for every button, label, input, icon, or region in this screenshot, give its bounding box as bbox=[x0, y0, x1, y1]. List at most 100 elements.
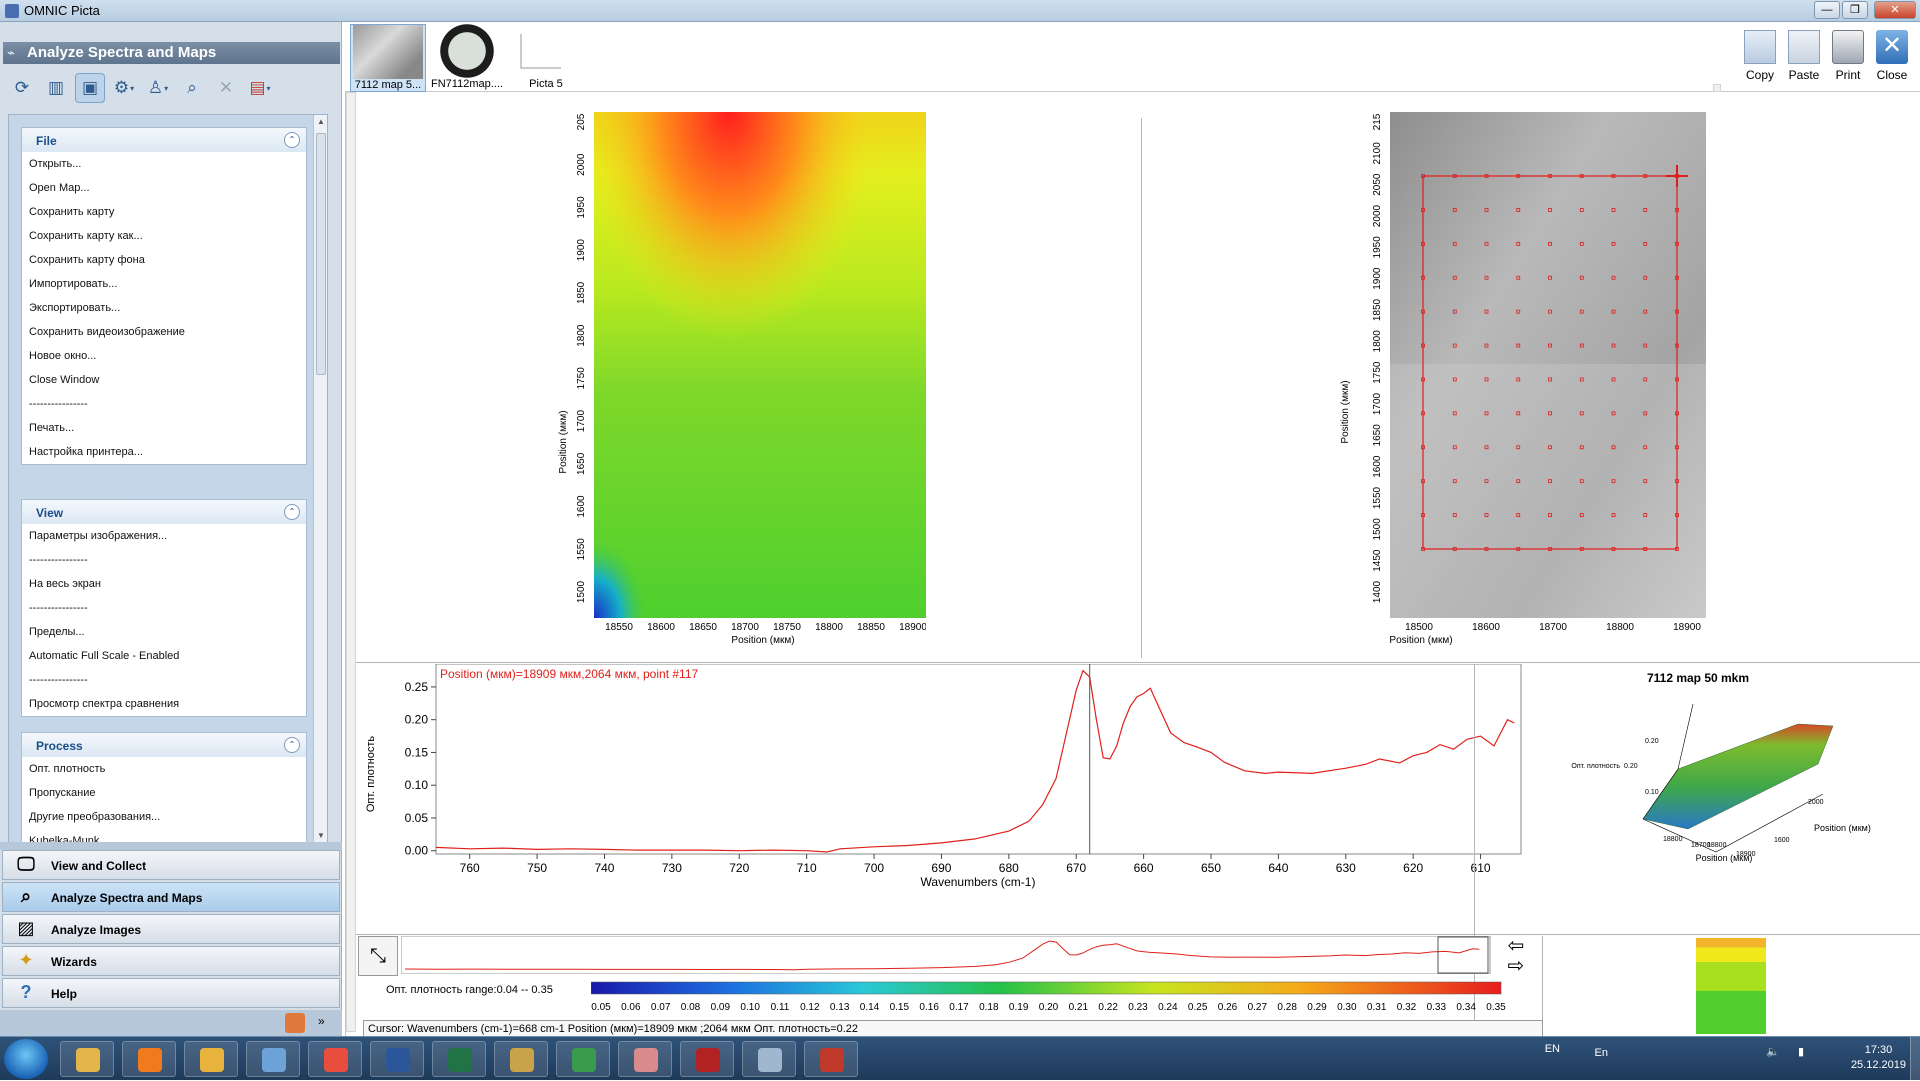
copy-label: Copy bbox=[1745, 68, 1774, 82]
window-title: OMNIC Picta bbox=[24, 3, 100, 18]
taskbar-app-app-4[interactable] bbox=[246, 1041, 300, 1077]
close-window-button[interactable]: ✕ bbox=[1874, 1, 1916, 19]
nav-view-and-collect[interactable]: 🖵 View and Collect bbox=[2, 850, 340, 880]
colorscale-tick: 0.17 bbox=[949, 1002, 969, 1013]
menu-item-save-map-as[interactable]: Сохранить карту как... bbox=[22, 224, 306, 248]
menu-item-export[interactable]: Экспортировать... bbox=[22, 296, 306, 320]
nav-analyze-images[interactable]: ▨ Analyze Images bbox=[2, 914, 340, 944]
chrome-icon bbox=[324, 1048, 348, 1072]
menu-item-image-parameters[interactable]: Параметры изображения... bbox=[22, 524, 306, 548]
options-icon[interactable] bbox=[285, 1013, 305, 1033]
colorscale-tick: 0.08 bbox=[681, 1002, 701, 1013]
taskbar-app-icd[interactable] bbox=[556, 1041, 610, 1077]
menu-item-save-video-image[interactable]: Сохранить видеоизображение bbox=[22, 320, 306, 344]
close-icon: ✕ bbox=[1876, 30, 1908, 64]
taskbar-app-pdf[interactable] bbox=[804, 1041, 858, 1077]
user-icon[interactable]: ♙ ▾ bbox=[143, 73, 173, 103]
menu-item-import[interactable]: Импортировать... bbox=[22, 272, 306, 296]
colorscale-bar[interactable]: 0.05 0.06 0.07 0.08 0.09 0.10 0.11 0.12 0.13 0.14… bbox=[591, 980, 1511, 1014]
close-button[interactable]: ✕ Close bbox=[1872, 30, 1912, 82]
nav-help[interactable]: ? Help bbox=[2, 978, 340, 1008]
paste-button[interactable]: Paste bbox=[1784, 30, 1824, 82]
collapse-icon[interactable]: ⌃ bbox=[284, 737, 300, 753]
mini-map-preview[interactable] bbox=[1696, 938, 1766, 1034]
minimize-button[interactable]: — bbox=[1814, 1, 1840, 19]
menu-item-open[interactable]: Открыть... bbox=[22, 152, 306, 176]
menu-item-save-background-map[interactable]: Сохранить карту фона bbox=[22, 248, 306, 272]
copy-button[interactable]: Copy bbox=[1740, 30, 1780, 82]
menu-item-new-window[interactable]: Новое окно... bbox=[22, 344, 306, 368]
menu-item-close-window[interactable]: Close Window bbox=[22, 368, 306, 392]
show-desktop-button[interactable] bbox=[1910, 1037, 1920, 1081]
input-language-icon[interactable]: En bbox=[1595, 1047, 1608, 1059]
menu-item-print[interactable]: Печать... bbox=[22, 416, 306, 440]
collapse-icon[interactable]: ⌃ bbox=[284, 504, 300, 520]
spectrum-xtick: 630 bbox=[1336, 861, 1356, 875]
thumbnail-scroll-right[interactable] bbox=[1713, 84, 1721, 92]
shift-arrows-icon[interactable]: ⇦ ⇨ bbox=[1498, 936, 1534, 976]
menu-item-printer-setup[interactable]: Настройка принтера... bbox=[22, 440, 306, 464]
taskbar-app-excel[interactable] bbox=[432, 1041, 486, 1077]
scrollbar-thumb[interactable] bbox=[316, 133, 326, 375]
nav-analyze-spectra-and-maps[interactable]: ⌕ Analyze Spectra and Maps bbox=[2, 882, 340, 912]
spectra-icon[interactable]: ▥ bbox=[41, 73, 71, 103]
taskbar-app-app-12[interactable] bbox=[742, 1041, 796, 1077]
menu-item-limits[interactable]: Пределы... bbox=[22, 620, 306, 644]
menu-item-full-screen[interactable]: На весь экран bbox=[22, 572, 306, 596]
delete-icon[interactable]: ✕ bbox=[211, 73, 241, 103]
network-icon[interactable]: ▮ bbox=[1798, 1045, 1804, 1058]
surface-3d-view[interactable]: 7112 map 50 mkm 0.20 Опт. плотность 0.20… bbox=[1478, 664, 1918, 889]
thumbnail-map-7112[interactable]: 7112 map 5... bbox=[350, 24, 426, 92]
settings-icon[interactable]: ⚙ ▾ bbox=[109, 73, 139, 103]
speaker-icon[interactable]: 🔈 bbox=[1766, 1045, 1780, 1058]
taskbar-app-app-10[interactable] bbox=[618, 1041, 672, 1077]
copy-icon bbox=[1744, 30, 1776, 64]
refresh-icon[interactable]: ⟳ bbox=[7, 73, 37, 103]
group-view-header[interactable]: View ⌃ bbox=[22, 500, 306, 524]
expand-icon[interactable]: ⤡ bbox=[358, 936, 398, 976]
clock[interactable]: 17:30 25.12.2019 bbox=[1851, 1043, 1906, 1073]
taskbar-app-app-3[interactable] bbox=[184, 1041, 238, 1077]
task-list-scrollbar[interactable]: ▲ ▼ bbox=[313, 115, 327, 843]
scroll-up-icon[interactable]: ▲ bbox=[317, 117, 325, 126]
video-image-map[interactable]: 215 2100 2050 2000 1950 1900 1850 1800 1750 1700 1… bbox=[1306, 112, 1756, 652]
spectrum-chart[interactable]: Position (мкм)=18909 мкм,2064 мкм, point… bbox=[356, 664, 1528, 894]
overview-spectrum[interactable] bbox=[401, 936, 1491, 974]
menu-item-save-map[interactable]: Сохранить карту bbox=[22, 200, 306, 224]
excel-icon bbox=[448, 1048, 472, 1072]
nav-splitter[interactable] bbox=[0, 842, 342, 850]
thumbnail-fn7112map[interactable]: FN7112map.... bbox=[429, 24, 505, 92]
menu-item-open-map[interactable]: Open Map... bbox=[22, 176, 306, 200]
taskbar-app-explorer[interactable] bbox=[60, 1041, 114, 1077]
search-icon[interactable]: ⌕ bbox=[177, 73, 207, 103]
map-right-ytick: 1600 bbox=[1372, 455, 1383, 478]
map-left-xtick: 18800 bbox=[815, 622, 843, 633]
false-color-map[interactable]: 205 2000 1950 1900 1850 1800 1750 1700 1650 1600 1… bbox=[526, 112, 926, 652]
taskbar-app-paint[interactable] bbox=[494, 1041, 548, 1077]
menu-item-other-transforms[interactable]: Другие преобразования... bbox=[22, 805, 306, 829]
chevron-right-icon[interactable]: » bbox=[318, 1014, 325, 1028]
group-process-header[interactable]: Process ⌃ bbox=[22, 733, 306, 757]
menu-item-transmittance[interactable]: Пропускание bbox=[22, 781, 306, 805]
scroll-down-icon[interactable]: ▼ bbox=[317, 831, 325, 840]
menu-item-view-reference-spectrum[interactable]: Просмотр спектра сравнения bbox=[22, 692, 306, 716]
map-display-icon[interactable]: ▣ bbox=[75, 73, 105, 103]
start-button[interactable] bbox=[4, 1039, 48, 1079]
taskbar-app-omnic[interactable] bbox=[680, 1041, 734, 1077]
menu-item-auto-full-scale[interactable]: Automatic Full Scale - Enabled bbox=[22, 644, 306, 668]
thumbnail-picta-5[interactable]: Picta 5 bbox=[508, 24, 584, 92]
collapse-icon[interactable]: ⌃ bbox=[284, 132, 300, 148]
taskbar-app-chrome[interactable] bbox=[308, 1041, 362, 1077]
taskbar-app-word[interactable] bbox=[370, 1041, 424, 1077]
group-file-header[interactable]: File ⌃ bbox=[22, 128, 306, 152]
nav-wizards[interactable]: ✦ Wizards bbox=[2, 946, 340, 976]
colorscale-tick: 0.16 bbox=[919, 1002, 939, 1013]
palette-icon[interactable]: ▤ ▾ bbox=[245, 73, 275, 103]
taskbar-app-firefox[interactable] bbox=[122, 1041, 176, 1077]
map-left-ytick: 2000 bbox=[576, 153, 587, 176]
workspace-scrollbar[interactable] bbox=[346, 92, 356, 1032]
menu-item-absorbance[interactable]: Опт. плотность bbox=[22, 757, 306, 781]
print-button[interactable]: Print bbox=[1828, 30, 1868, 82]
language-indicator[interactable]: EN bbox=[1545, 1043, 1560, 1055]
maximize-button[interactable]: ❐ bbox=[1842, 1, 1868, 19]
